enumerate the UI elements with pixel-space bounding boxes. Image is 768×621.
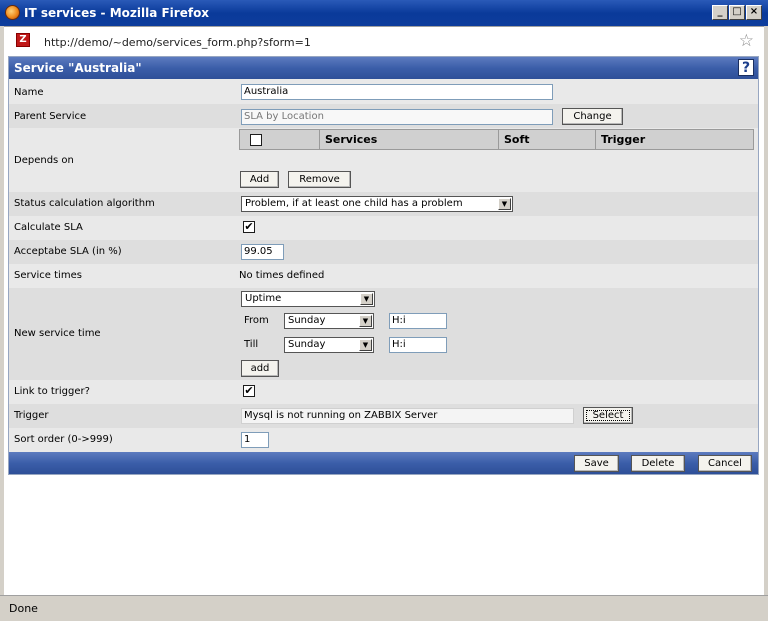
row-sort-order: Sort order (0->999) 1 — [9, 428, 758, 452]
status-algorithm-select[interactable]: Problem, if at least one child has a pro… — [241, 196, 513, 212]
select-all-checkbox[interactable] — [250, 134, 262, 146]
column-divider — [595, 130, 596, 149]
delete-button[interactable]: Delete — [631, 455, 685, 472]
zabbix-favicon-icon: Z — [16, 33, 30, 47]
trigger-input[interactable]: Mysql is not running on ZABBIX Server — [241, 408, 574, 424]
from-day-select[interactable]: Sunday ▼ — [284, 313, 374, 329]
depends-on-label: Depends on — [14, 155, 74, 166]
chevron-down-icon: ▼ — [359, 339, 372, 351]
link-to-trigger-label: Link to trigger? — [14, 386, 90, 397]
form-title: Service "Australia" — [14, 61, 142, 75]
form-footer: Save Delete Cancel — [9, 452, 758, 474]
add-service-time-button[interactable]: add — [241, 360, 279, 377]
change-button[interactable]: Change — [562, 108, 623, 125]
row-link-to-trigger: Link to trigger? ✔ — [9, 380, 758, 404]
name-input[interactable]: Australia — [241, 84, 553, 100]
address-bar: Z http://demo/~demo/services_form.php?sf… — [4, 26, 764, 56]
row-calculate-sla: Calculate SLA ✔ — [9, 216, 758, 240]
chevron-down-icon: ▼ — [498, 198, 511, 210]
minimize-button[interactable]: _ — [712, 5, 728, 20]
help-icon[interactable]: ? — [738, 59, 754, 76]
window-titlebar: IT services - Mozilla Firefox _ □ × — [0, 0, 768, 26]
from-label: From — [244, 315, 269, 326]
sort-order-input[interactable]: 1 — [241, 432, 269, 448]
row-acceptable-sla: Acceptabe SLA (in %) 99.05 — [9, 240, 758, 264]
from-day-value: Sunday — [288, 315, 326, 326]
till-day-value: Sunday — [288, 339, 326, 350]
chevron-down-icon: ▼ — [360, 293, 373, 305]
row-trigger: Trigger Mysql is not running on ZABBIX S… — [9, 404, 758, 428]
select-trigger-button[interactable]: Select — [583, 407, 633, 424]
parent-service-label: Parent Service — [14, 111, 87, 122]
status-algorithm-label: Status calculation algorithm — [14, 198, 155, 209]
column-divider — [319, 130, 320, 149]
service-time-type-value: Uptime — [245, 293, 282, 304]
trigger-label: Trigger — [14, 410, 49, 421]
row-service-times: Service times No times defined — [9, 264, 758, 288]
depends-on-table: Services Soft Trigger — [239, 129, 754, 150]
close-button[interactable]: × — [746, 5, 762, 20]
till-label: Till — [244, 339, 259, 350]
till-day-select[interactable]: Sunday ▼ — [284, 337, 374, 353]
calculate-sla-checkbox[interactable]: ✔ — [243, 221, 255, 233]
service-times-value: No times defined — [239, 270, 325, 281]
chevron-down-icon: ▼ — [359, 315, 372, 327]
till-time-input[interactable]: H:i — [389, 337, 447, 353]
column-soft: Soft — [504, 133, 530, 146]
row-parent-service: Parent Service SLA by Location Change — [9, 104, 758, 128]
new-service-time-label: New service time — [14, 328, 101, 339]
firefox-icon — [5, 5, 20, 20]
row-new-service-time: New service time Uptime ▼ From Sunday ▼ … — [9, 288, 758, 380]
status-algorithm-value: Problem, if at least one child has a pro… — [245, 198, 463, 209]
column-trigger: Trigger — [601, 133, 646, 146]
add-dependency-button[interactable]: Add — [240, 171, 279, 188]
acceptable-sla-label: Acceptabe SLA (in %) — [14, 246, 122, 257]
calculate-sla-label: Calculate SLA — [14, 222, 83, 233]
service-times-label: Service times — [14, 270, 82, 281]
link-to-trigger-checkbox[interactable]: ✔ — [243, 385, 255, 397]
row-status-algorithm: Status calculation algorithm Problem, if… — [9, 192, 758, 216]
row-depends-on: Depends on Services Soft Trigger Add Rem… — [9, 128, 758, 192]
row-name: Name Australia — [9, 80, 758, 104]
service-form: Service "Australia" ? Name Australia Par… — [8, 56, 759, 475]
maximize-button[interactable]: □ — [729, 5, 745, 20]
window-title: IT services - Mozilla Firefox — [24, 6, 210, 20]
remove-dependency-button[interactable]: Remove — [288, 171, 351, 188]
column-services: Services — [325, 133, 378, 146]
star-icon[interactable]: ☆ — [739, 31, 754, 51]
page-content: Service "Australia" ? Name Australia Par… — [4, 54, 764, 595]
url-text[interactable]: http://demo/~demo/services_form.php?sfor… — [44, 36, 311, 49]
save-button[interactable]: Save — [574, 455, 619, 472]
service-time-type-select[interactable]: Uptime ▼ — [241, 291, 375, 307]
cancel-button[interactable]: Cancel — [698, 455, 752, 472]
parent-service-input[interactable]: SLA by Location — [241, 109, 553, 125]
name-label: Name — [14, 87, 44, 98]
from-time-input[interactable]: H:i — [389, 313, 447, 329]
form-header: Service "Australia" ? — [9, 57, 758, 79]
sort-order-label: Sort order (0->999) — [14, 434, 113, 445]
status-text: Done — [9, 602, 38, 615]
column-divider — [498, 130, 499, 149]
status-bar: Done — [0, 595, 768, 621]
acceptable-sla-input[interactable]: 99.05 — [241, 244, 284, 260]
